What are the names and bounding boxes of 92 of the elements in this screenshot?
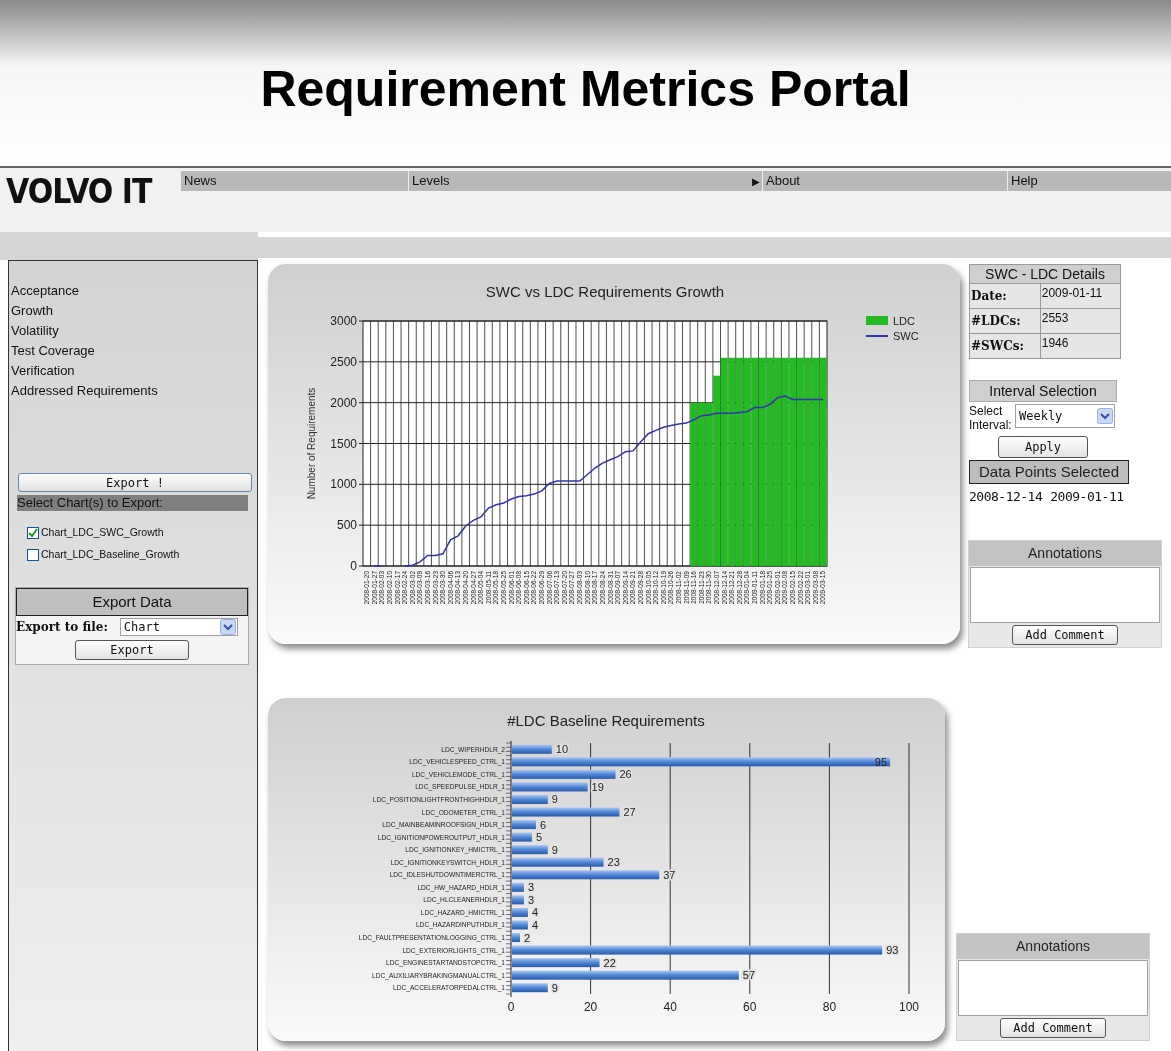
chart-bar xyxy=(512,920,528,929)
submenu-marker: ▶ xyxy=(752,174,761,189)
chart-bar xyxy=(512,844,548,854)
data-label: 2 xyxy=(523,931,531,944)
menu-item[interactable]: Levels ▶ xyxy=(408,171,762,191)
legend-label: SWC xyxy=(893,330,919,342)
data-label: 5 xyxy=(535,830,543,843)
chart-bar xyxy=(512,744,552,754)
data-label: 22 xyxy=(603,956,616,969)
chart-bar xyxy=(512,832,532,842)
table-cell: 2009-01-11 xyxy=(1040,283,1121,309)
sidebar-link[interactable]: Volatility xyxy=(9,321,59,341)
tick-label: 80 xyxy=(822,999,837,1014)
tick-label: 40 xyxy=(663,999,677,1014)
chart-title: #LDC Baseline Requirements xyxy=(507,711,705,729)
checkbox[interactable] xyxy=(27,548,39,561)
data-label: 93 xyxy=(886,943,899,956)
chart-bar xyxy=(512,882,524,892)
annotation-field[interactable] xyxy=(958,959,1148,1016)
data-label: 19 xyxy=(591,780,604,793)
chart-title: SWC vs LDC Requirements Growth xyxy=(485,283,725,300)
add-comment-button[interactable]: Add Comment xyxy=(1000,1017,1106,1038)
chart-bar xyxy=(512,894,524,904)
data-point-date: 2009-01-11 xyxy=(1050,488,1124,506)
table-cell: #LDCs: xyxy=(969,308,1041,334)
data-label: 23 xyxy=(607,855,620,868)
chart-bar xyxy=(512,907,528,917)
tick-label: 2000 xyxy=(330,395,357,410)
panel-heading: Annotations xyxy=(969,540,1161,566)
panel-heading: Data Points Selected xyxy=(969,460,1129,484)
tick-label: 0 xyxy=(507,999,515,1014)
menu-item[interactable]: News xyxy=(180,171,408,191)
export-heading: Select Chart(s) to Export: xyxy=(17,495,248,511)
data-label: 6 xyxy=(539,818,546,831)
data-point-date: 2008-12-14 xyxy=(969,488,1043,506)
data-label: 9 xyxy=(551,981,558,994)
panel-heading: Export Data xyxy=(16,587,248,616)
field-label: Select Interval: xyxy=(969,404,1013,432)
export-button[interactable]: Export xyxy=(75,640,189,660)
apply-button[interactable]: Apply xyxy=(998,436,1088,458)
legend-swatch xyxy=(866,316,888,325)
sidebar-link[interactable]: Verification xyxy=(9,361,75,381)
sidebar-link[interactable]: Growth xyxy=(9,301,53,321)
checkbox-label: Chart_LDC_SWC_Growth xyxy=(41,525,164,540)
tick-label: 0 xyxy=(350,559,357,573)
data-label: 27 xyxy=(623,805,636,818)
data-label: 9 xyxy=(551,792,558,805)
add-comment-button[interactable]: Add Comment xyxy=(1012,624,1118,645)
data-label: 26 xyxy=(619,767,632,780)
data-label: 3 xyxy=(527,880,535,893)
logo: VOLVO IT xyxy=(6,173,152,209)
chart-bar xyxy=(512,794,548,804)
checkbox-label: Chart_LDC_Baseline_Growth xyxy=(41,546,180,562)
tick-label: 500 xyxy=(336,518,357,533)
checkmark-icon xyxy=(28,527,38,538)
sidebar-link[interactable]: Test Coverage xyxy=(9,341,95,361)
field-label: Export to file: xyxy=(16,619,108,636)
legend-label: LDC xyxy=(893,315,915,327)
axis-title: Number of Requirements xyxy=(306,387,317,500)
tick-label: 3000 xyxy=(330,314,357,328)
tick-label: 100 xyxy=(899,999,919,1014)
data-label: 4 xyxy=(531,918,539,931)
interval-select[interactable]: Weekly xyxy=(1015,404,1115,428)
page-title: Requirement Metrics Portal xyxy=(260,59,911,119)
chart-bar xyxy=(512,932,520,942)
data-label: 95 xyxy=(874,755,888,768)
chart-bar xyxy=(512,982,548,992)
panel-heading: Annotations xyxy=(957,933,1149,959)
table-cell: 2553 xyxy=(1040,308,1121,334)
menu-item[interactable]: Help xyxy=(1007,171,1171,191)
data-label: 9 xyxy=(551,843,558,856)
file-type-select[interactable]: Chart xyxy=(119,618,238,636)
table-heading: SWC - LDC Details xyxy=(969,264,1121,284)
tick-label: 20 xyxy=(583,999,598,1014)
data-label: 3 xyxy=(527,893,535,906)
tick-label: 2500 xyxy=(330,354,357,369)
checkbox[interactable] xyxy=(27,526,39,539)
chart-bar xyxy=(512,819,536,829)
sidebar-link[interactable]: Addressed Requirements xyxy=(9,381,158,401)
tick-label: 1500 xyxy=(330,436,357,451)
table-cell: 1946 xyxy=(1040,333,1121,359)
data-label: 4 xyxy=(531,905,539,918)
sidebar-link[interactable]: Acceptance xyxy=(9,281,79,301)
tick-label: 60 xyxy=(743,999,757,1014)
annotation-field[interactable] xyxy=(970,566,1160,623)
table-cell: #SWCs: xyxy=(969,333,1041,359)
data-label: 10 xyxy=(555,742,569,755)
table-cell: Date: xyxy=(969,283,1041,309)
export-button[interactable]: Export ! xyxy=(18,473,252,492)
panel-heading: Interval Selection xyxy=(969,380,1117,402)
tick-label: 1000 xyxy=(330,477,357,492)
menu-item[interactable]: About xyxy=(762,171,1007,191)
